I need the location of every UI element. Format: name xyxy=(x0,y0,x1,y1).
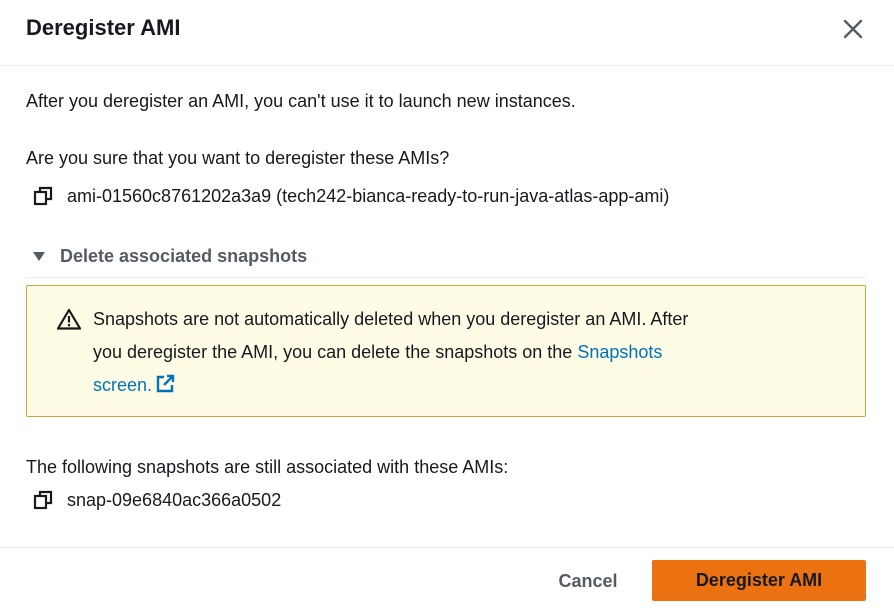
snapshot-entry-row: snap-09e6840ac366a0502 xyxy=(32,488,281,512)
snapshots-heading: The following snapshots are still associ… xyxy=(26,457,509,477)
cancel-button[interactable]: Cancel xyxy=(538,562,638,600)
alert-line-2: you deregister the AMI, you can delete t… xyxy=(93,342,573,362)
expander-label: Delete associated snapshots xyxy=(60,246,308,266)
footer-divider xyxy=(0,547,894,548)
deregister-ami-button[interactable]: Deregister AMI xyxy=(652,560,866,601)
deregister-ami-modal: Deregister AMI After you deregister an A… xyxy=(0,0,894,610)
delete-snapshots-expander[interactable]: Delete associated snapshots xyxy=(26,244,866,278)
caret-down-icon xyxy=(33,252,45,261)
ami-entry-text: ami-01560c8761202a3a9 (tech242-bianca-re… xyxy=(67,186,670,206)
snapshot-id: snap-09e6840ac366a0502 xyxy=(67,490,282,510)
copy-icon xyxy=(33,490,53,510)
copy-ami-button[interactable] xyxy=(32,185,54,207)
warning-alert: Snapshots are not automatically deleted … xyxy=(26,285,866,417)
ami-entry-row: ami-01560c8761202a3a9 (tech242-bianca-re… xyxy=(32,184,669,208)
copy-icon xyxy=(33,186,53,206)
close-icon xyxy=(843,19,863,39)
intro-text: After you deregister an AMI, you can't u… xyxy=(26,91,576,111)
copy-snapshot-button[interactable] xyxy=(32,489,54,511)
warning-icon xyxy=(57,308,81,330)
external-link-icon xyxy=(156,374,175,393)
alert-line-1: Snapshots are not automatically deleted … xyxy=(93,309,689,329)
close-button[interactable] xyxy=(836,12,870,46)
modal-header: Deregister AMI xyxy=(0,0,894,66)
confirm-question: Are you sure that you want to deregister… xyxy=(26,148,450,168)
modal-title: Deregister AMI xyxy=(26,15,181,40)
alert-message: Snapshots are not automatically deleted … xyxy=(93,303,833,402)
